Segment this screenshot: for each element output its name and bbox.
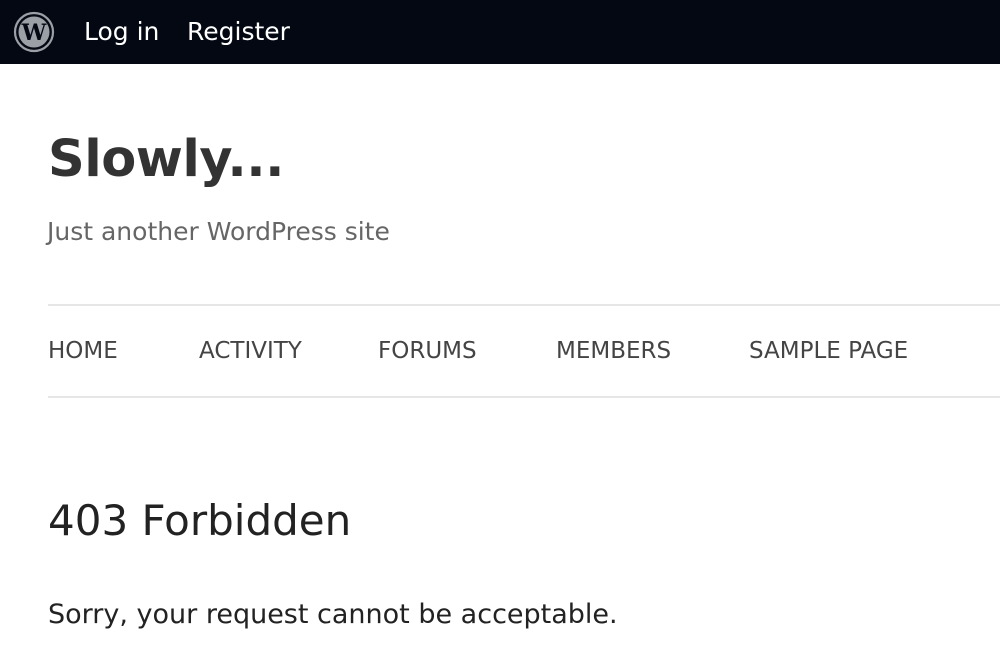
error-message: Sorry, your request cannot be acceptable… bbox=[48, 599, 618, 630]
main-navigation: HOME ACTIVITY FORUMS MEMBERS SAMPLE PAGE bbox=[48, 304, 1000, 398]
site-title[interactable]: Slowly... bbox=[48, 128, 285, 192]
wordpress-logo-icon[interactable]: W bbox=[13, 11, 55, 53]
site-tagline: Just another WordPress site bbox=[47, 217, 390, 246]
svg-text:W: W bbox=[21, 20, 47, 46]
nav-item-forums[interactable]: FORUMS bbox=[378, 334, 477, 368]
nav-item-home[interactable]: HOME bbox=[48, 334, 118, 368]
nav-item-activity[interactable]: ACTIVITY bbox=[199, 334, 302, 368]
nav-item-members[interactable]: MEMBERS bbox=[556, 334, 671, 368]
login-link[interactable]: Log in bbox=[84, 14, 159, 50]
error-heading: 403 Forbidden bbox=[48, 496, 352, 545]
admin-bar: W Log in Register bbox=[0, 0, 1000, 64]
nav-item-sample-page[interactable]: SAMPLE PAGE bbox=[749, 334, 908, 368]
register-link[interactable]: Register bbox=[187, 14, 290, 50]
